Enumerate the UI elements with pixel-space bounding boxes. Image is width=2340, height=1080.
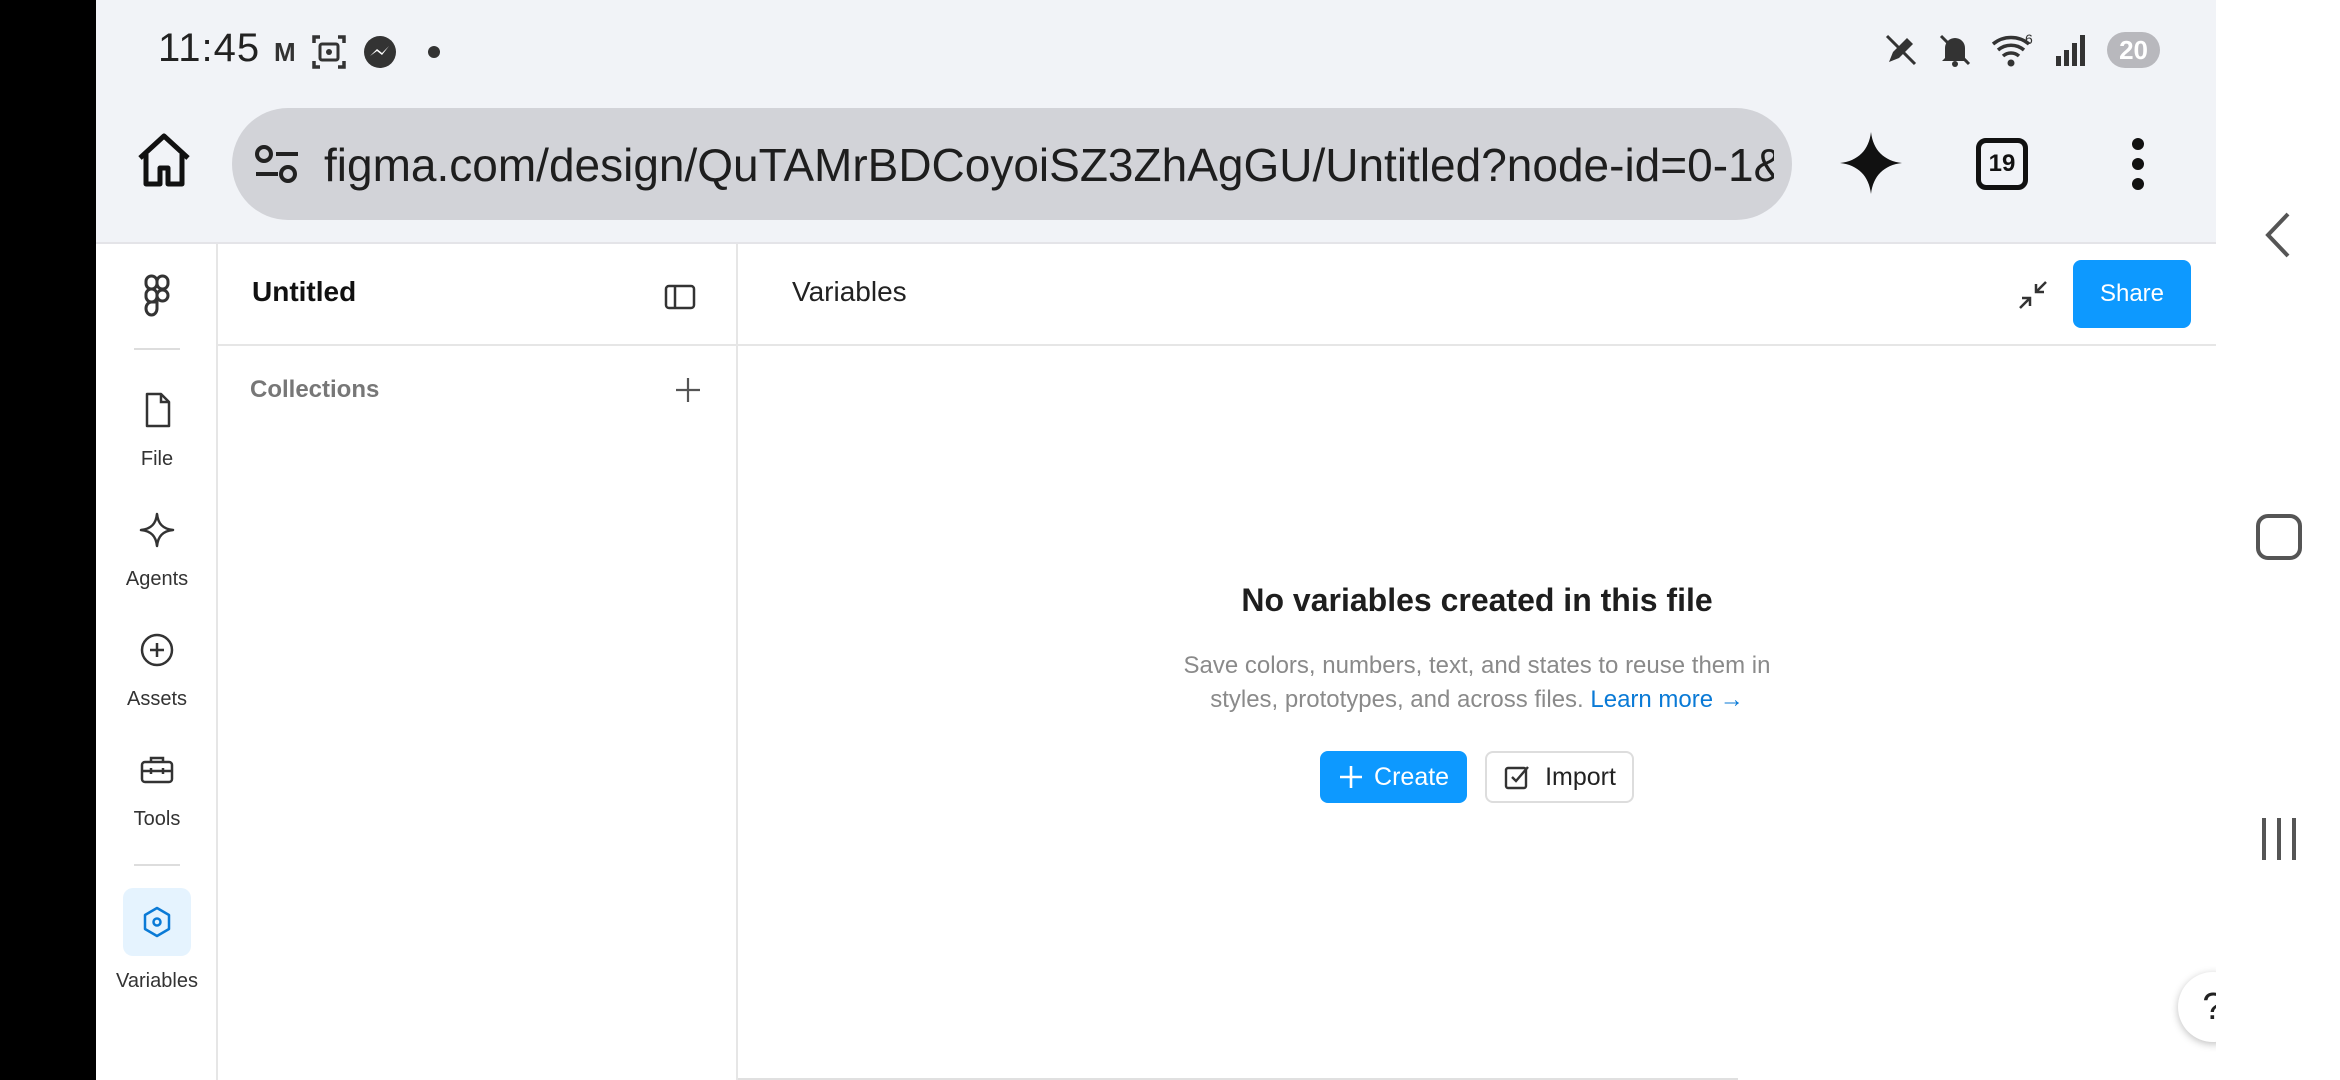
create-label: Create — [1374, 762, 1450, 791]
variables-active-bg — [123, 888, 191, 956]
rail-divider — [134, 348, 180, 350]
mute-icon — [1940, 34, 1971, 67]
plus-icon — [1340, 766, 1363, 788]
file-icon — [145, 392, 171, 428]
rail-divider — [134, 864, 180, 866]
learn-more-link[interactable]: Learn more → — [1590, 686, 1743, 713]
screen: 11:45 M 6 20 figma.com/design/QuTAMrBDCo… — [96, 0, 2216, 1080]
url-text[interactable]: figma.com/design/QuTAMrBDCoyoiSZ3ZhAgGU/… — [324, 138, 1774, 192]
rail-item-tools[interactable]: Tools — [96, 750, 218, 831]
empty-state-description: Save colors, numbers, text, and states t… — [1147, 649, 1807, 717]
rail-item-assets[interactable]: Assets — [96, 630, 218, 711]
rail-label-tools: Tools — [133, 808, 181, 830]
variables-main: Variables Share No variables created in … — [738, 244, 2216, 1080]
svg-text:6: 6 — [2025, 32, 2033, 47]
empty-state-title: No variables created in this file — [1241, 582, 1713, 618]
gemini-sparkle-icon[interactable] — [1838, 130, 1904, 196]
signal-icon — [2056, 35, 2086, 66]
gmail-icon: M — [274, 36, 296, 67]
import-label: Import — [1545, 762, 1616, 791]
empty-state-actions: Create Import — [738, 751, 2216, 803]
messenger-icon — [363, 36, 396, 68]
rail-item-file[interactable]: File — [96, 390, 218, 471]
figma-app: File Agents Assets Tools Variables Untit… — [96, 242, 2216, 1080]
rail-label-agents: Agents — [125, 568, 189, 590]
import-icon — [1504, 766, 1530, 790]
page-title: Variables — [792, 276, 907, 307]
plus-circle-icon — [140, 633, 174, 667]
help-button[interactable]: ? — [2178, 972, 2216, 1042]
left-rail: File Agents Assets Tools Variables — [96, 244, 218, 1080]
wifi-icon: 6 — [1991, 32, 2033, 67]
status-time: 11:45 — [158, 26, 261, 70]
create-variable-button[interactable]: Create — [1320, 751, 1468, 803]
file-title[interactable]: Untitled — [252, 276, 356, 308]
recent-apps-icon[interactable] — [2256, 816, 2302, 862]
collections-panel: Untitled Collections — [218, 244, 738, 1080]
address-bar[interactable]: figma.com/design/QuTAMrBDCoyoiSZ3ZhAgGU/… — [232, 108, 1792, 220]
rail-item-variables[interactable]: Variables — [96, 888, 218, 993]
empty-state: No variables created in this file Save c… — [738, 582, 2216, 803]
panel-header: Untitled — [218, 244, 736, 346]
system-nav-bar — [2216, 0, 2340, 1080]
collections-heading: Collections — [250, 376, 380, 403]
battery-indicator: 20 — [2107, 32, 2160, 68]
hexagon-icon — [143, 906, 171, 938]
screenshot-icon — [311, 35, 346, 69]
site-settings-icon[interactable] — [254, 144, 300, 184]
tab-switcher-button[interactable]: 19 — [1976, 138, 2028, 190]
sparkle-icon — [139, 512, 175, 548]
sidebar-toggle-icon[interactable] — [664, 284, 696, 310]
pen-off-icon — [1886, 34, 1917, 66]
more-options-icon[interactable] — [2126, 136, 2150, 192]
add-collection-icon[interactable] — [674, 376, 702, 404]
back-icon[interactable] — [2258, 210, 2298, 260]
notification-icons: M — [274, 30, 440, 74]
dot-icon — [427, 46, 440, 58]
rail-label-variables: Variables — [116, 970, 198, 992]
toolbox-icon — [140, 756, 174, 784]
import-button[interactable]: Import — [1485, 751, 1634, 803]
rail-label-assets: Assets — [126, 688, 188, 710]
collapse-icon[interactable] — [2018, 280, 2048, 310]
home-nav-icon[interactable] — [2256, 514, 2302, 560]
browser-toolbar: figma.com/design/QuTAMrBDCoyoiSZ3ZhAgGU/… — [96, 100, 2216, 242]
home-icon[interactable] — [134, 130, 194, 190]
device-frame: 11:45 M 6 20 figma.com/design/QuTAMrBDCo… — [0, 0, 2340, 1080]
figma-logo-icon[interactable] — [136, 274, 178, 318]
status-bar: 11:45 M 6 20 — [96, 0, 2216, 100]
rail-item-agents[interactable]: Agents — [96, 510, 218, 591]
system-icons: 6 20 — [1883, 28, 2160, 72]
main-header: Variables Share — [738, 244, 2216, 346]
rail-label-file: File — [140, 448, 174, 470]
share-button[interactable]: Share — [2073, 260, 2191, 328]
